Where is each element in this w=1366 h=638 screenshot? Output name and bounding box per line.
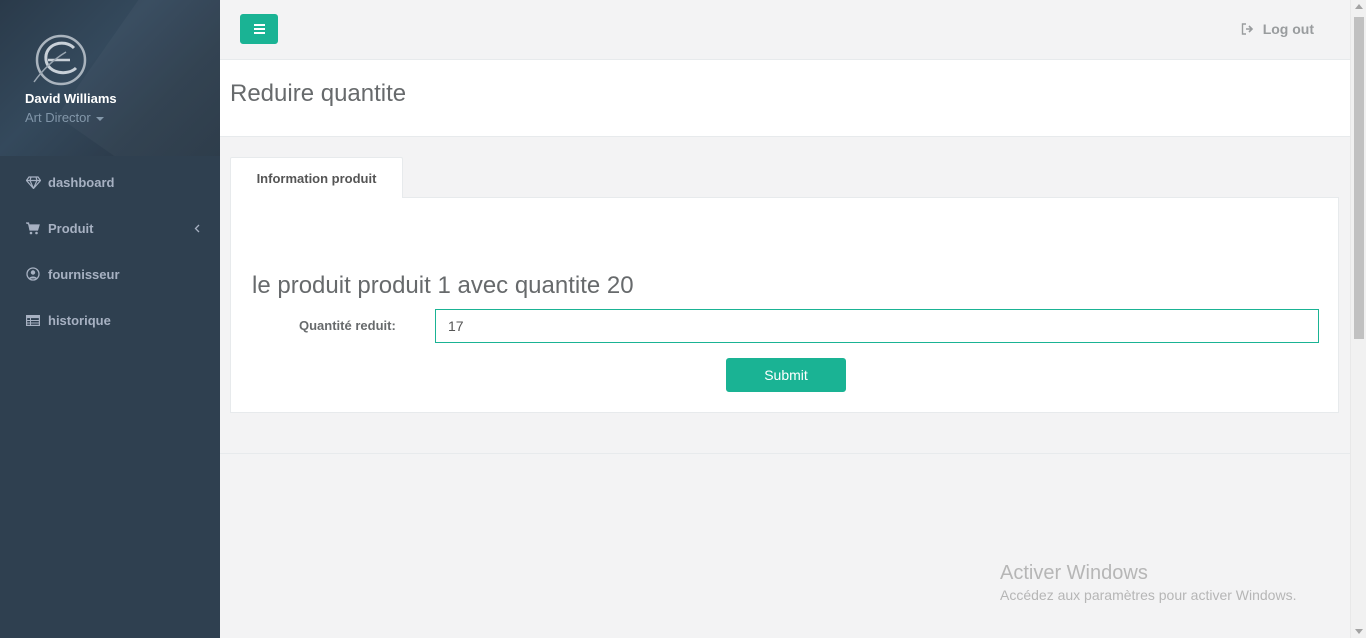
hamburger-icon [253,24,265,26]
user-role-label: Art Director [25,110,91,125]
sidebar: David Williams Art Director dashboard Pr… [0,0,220,638]
quantity-label: Quantité reduit: [299,318,396,333]
sidebar-item-label: Produit [48,220,94,236]
top-navbar: Log out [220,0,1350,60]
sidebar-item-label: fournisseur [48,266,120,282]
profile-header: David Williams Art Director [0,0,220,156]
submit-button[interactable]: Submit [726,358,846,392]
shopping-cart-icon [25,220,41,236]
table-icon [25,312,41,328]
watermark-title: Activer Windows [1000,562,1148,584]
scroll-up-icon[interactable] [1355,4,1363,9]
footer-divider [220,453,1350,454]
sidebar-item-label: historique [48,312,111,328]
watermark-subtitle: Accédez aux paramètres pour activer Wind… [1000,587,1297,603]
user-circle-icon [25,266,41,282]
sidebar-item-fournisseur[interactable]: fournisseur [0,251,220,297]
user-role-dropdown[interactable]: Art Director [25,110,104,125]
page-heading: Reduire quantite [220,60,1350,137]
sidebar-item-produit[interactable]: Produit [0,205,220,251]
caret-down-icon [95,116,104,121]
scroll-thumb[interactable] [1354,17,1364,339]
page-scrollbar[interactable] [1350,0,1366,638]
chevron-left-icon [194,221,200,236]
user-name: David Williams [25,91,117,106]
hamburger-icon [253,28,265,30]
logo-icon [33,34,87,86]
hamburger-icon [253,32,265,34]
logout-label: Log out [1262,21,1314,37]
menu-toggle-button[interactable] [240,14,278,44]
tab-content-header [230,197,1339,234]
form-panel: le produit produit 1 avec quantite 20 Qu… [230,234,1339,413]
quantity-input[interactable] [435,309,1319,343]
tab-information-produit[interactable]: Information produit [230,157,403,198]
sidebar-item-historique[interactable]: historique [0,297,220,343]
scroll-down-icon[interactable] [1355,629,1363,634]
product-info-heading: le produit produit 1 avec quantite 20 [252,272,634,299]
sidebar-nav: dashboard Produit fournisseur historique [0,159,220,343]
sign-out-icon [1241,23,1253,35]
sidebar-item-dashboard[interactable]: dashboard [0,159,220,205]
logout-link[interactable]: Log out [1241,21,1314,37]
diamond-icon [25,174,41,190]
page-title: Reduire quantite [230,80,407,107]
sidebar-item-label: dashboard [48,174,115,190]
tab-label: Information produit [256,170,377,186]
